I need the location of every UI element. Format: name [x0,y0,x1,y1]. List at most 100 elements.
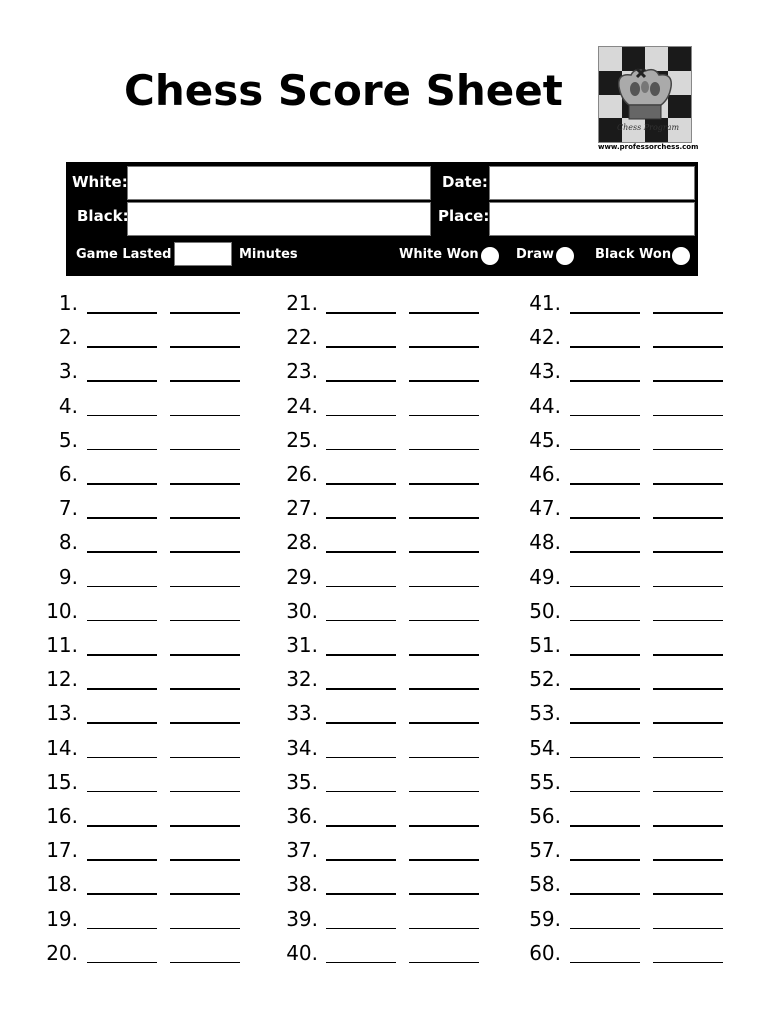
black-won-radio[interactable] [672,247,690,265]
black-move-field[interactable] [409,961,479,964]
white-move-field[interactable] [326,619,396,622]
black-move-field[interactable] [170,619,240,622]
white-move-field[interactable] [326,859,396,861]
white-move-field[interactable] [570,825,640,827]
black-move-field[interactable] [653,551,723,553]
black-move-field[interactable] [409,380,479,382]
white-move-field[interactable] [87,414,157,417]
black-move-field[interactable] [653,859,723,861]
white-move-field[interactable] [570,414,640,417]
black-move-field[interactable] [653,619,723,622]
black-move-field[interactable] [170,448,240,451]
black-move-field[interactable] [170,517,240,519]
white-move-field[interactable] [570,790,640,793]
black-move-field[interactable] [653,380,723,382]
black-move-field[interactable] [170,893,240,895]
white-move-field[interactable] [326,688,396,690]
black-move-field[interactable] [653,312,723,314]
black-move-field[interactable] [653,517,723,519]
white-move-field[interactable] [87,585,157,588]
black-move-field[interactable] [409,756,479,759]
black-move-field[interactable] [409,517,479,519]
white-move-field[interactable] [326,312,396,314]
white-move-field[interactable] [326,790,396,793]
black-move-field[interactable] [653,585,723,588]
white-move-field[interactable] [570,483,640,485]
black-move-field[interactable] [409,551,479,553]
white-move-field[interactable] [570,722,640,724]
white-move-field[interactable] [87,893,157,895]
white-move-field[interactable] [570,517,640,519]
white-player-field[interactable] [127,166,431,200]
place-field[interactable] [489,202,695,236]
white-move-field[interactable] [326,483,396,485]
white-move-field[interactable] [570,859,640,861]
date-field[interactable] [489,166,695,200]
white-move-field[interactable] [570,619,640,622]
black-move-field[interactable] [409,414,479,417]
black-move-field[interactable] [409,722,479,724]
black-move-field[interactable] [409,859,479,861]
white-move-field[interactable] [326,961,396,964]
black-move-field[interactable] [170,551,240,553]
white-move-field[interactable] [570,927,640,930]
white-move-field[interactable] [87,483,157,485]
black-move-field[interactable] [170,483,240,485]
black-move-field[interactable] [409,893,479,895]
white-move-field[interactable] [570,312,640,314]
black-move-field[interactable] [653,825,723,827]
white-move-field[interactable] [87,859,157,861]
white-move-field[interactable] [570,585,640,588]
black-move-field[interactable] [409,585,479,588]
white-move-field[interactable] [87,825,157,827]
white-move-field[interactable] [326,654,396,656]
white-move-field[interactable] [326,585,396,588]
white-move-field[interactable] [326,551,396,553]
black-move-field[interactable] [409,825,479,827]
white-move-field[interactable] [570,654,640,656]
white-move-field[interactable] [570,380,640,382]
black-move-field[interactable] [409,312,479,314]
white-move-field[interactable] [87,312,157,314]
black-player-field[interactable] [127,202,431,236]
black-move-field[interactable] [653,414,723,417]
black-move-field[interactable] [170,654,240,656]
black-move-field[interactable] [409,927,479,930]
white-move-field[interactable] [326,414,396,417]
white-move-field[interactable] [87,961,157,964]
white-move-field[interactable] [570,756,640,759]
black-move-field[interactable] [653,722,723,724]
black-move-field[interactable] [653,448,723,451]
black-move-field[interactable] [170,927,240,930]
black-move-field[interactable] [170,961,240,964]
black-move-field[interactable] [170,790,240,793]
black-move-field[interactable] [170,825,240,827]
black-move-field[interactable] [170,585,240,588]
white-won-radio[interactable] [481,247,499,265]
black-move-field[interactable] [170,414,240,417]
white-move-field[interactable] [87,790,157,793]
black-move-field[interactable] [409,619,479,622]
black-move-field[interactable] [170,859,240,861]
black-move-field[interactable] [653,756,723,759]
white-move-field[interactable] [326,825,396,827]
white-move-field[interactable] [326,517,396,519]
white-move-field[interactable] [326,380,396,382]
black-move-field[interactable] [409,688,479,690]
white-move-field[interactable] [87,517,157,519]
white-move-field[interactable] [87,756,157,759]
black-move-field[interactable] [170,312,240,314]
draw-radio[interactable] [556,247,574,265]
black-move-field[interactable] [653,961,723,964]
white-move-field[interactable] [87,722,157,724]
black-move-field[interactable] [409,654,479,656]
white-move-field[interactable] [87,380,157,382]
white-move-field[interactable] [570,688,640,690]
white-move-field[interactable] [326,893,396,895]
white-move-field[interactable] [570,893,640,895]
black-move-field[interactable] [409,448,479,451]
game-duration-field[interactable] [174,242,232,266]
white-move-field[interactable] [326,722,396,724]
black-move-field[interactable] [653,893,723,895]
white-move-field[interactable] [87,448,157,451]
